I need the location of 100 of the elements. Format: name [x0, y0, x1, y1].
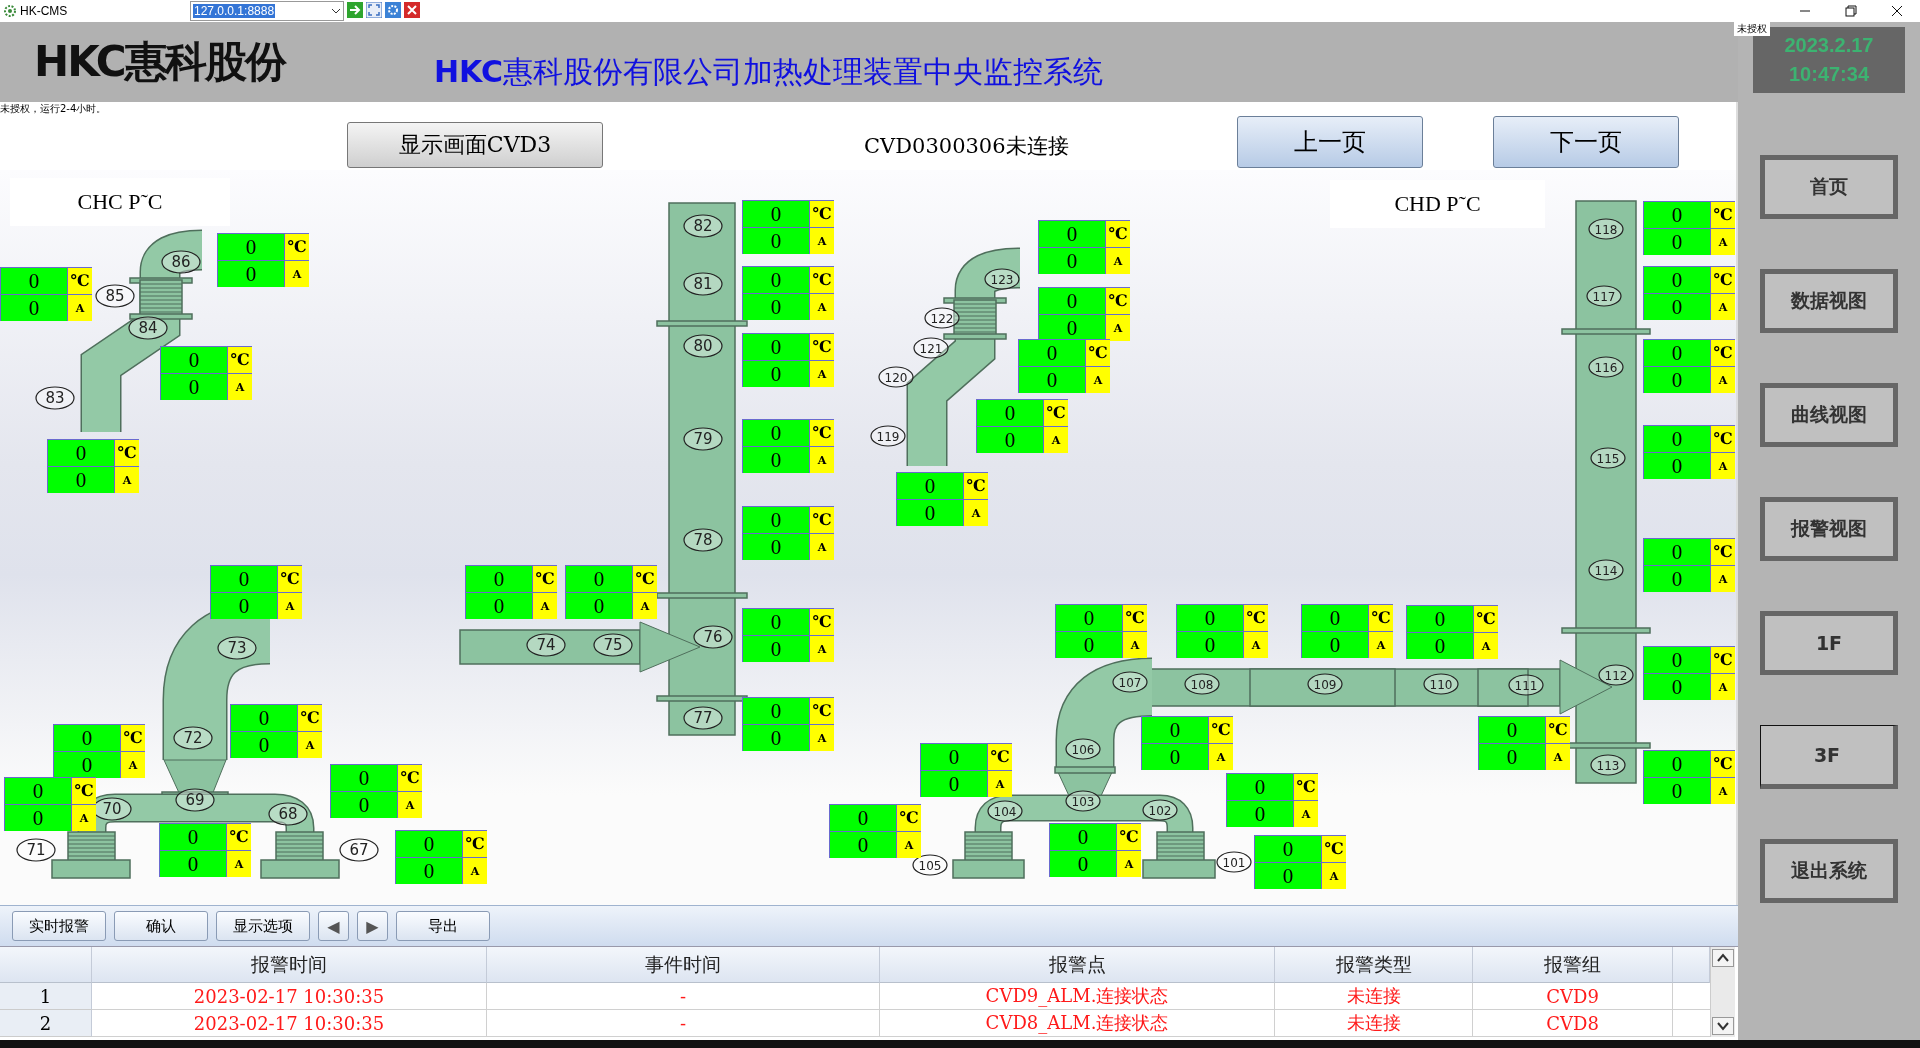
- nav-button[interactable]: 报警视图: [1760, 497, 1898, 561]
- unit-label: A: [1244, 632, 1268, 658]
- unit-label: A: [533, 593, 557, 619]
- unit-label: A: [1209, 744, 1233, 770]
- temperature-value: 0: [743, 334, 809, 360]
- close-icon[interactable]: [404, 2, 420, 18]
- unit-label: ℃: [1322, 836, 1346, 862]
- segment-label: 114: [1588, 559, 1624, 581]
- toolbar-button[interactable]: 导出: [396, 911, 490, 941]
- current-value: 0: [1644, 229, 1710, 255]
- gear-icon[interactable]: [385, 2, 401, 18]
- unit-label: ℃: [1209, 717, 1233, 743]
- nav-button[interactable]: 曲线视图: [1760, 383, 1898, 447]
- time-text: 10:47:34: [1788, 63, 1870, 86]
- toolbar-button[interactable]: 实时报警: [12, 911, 106, 941]
- table-cell: 未连接: [1275, 983, 1473, 1010]
- segment-label: 86: [161, 250, 201, 274]
- unit-label: ℃: [1711, 539, 1735, 565]
- nav-button[interactable]: 首页: [1760, 155, 1898, 219]
- segment-label: 73: [217, 636, 257, 660]
- temperature-value: 0: [743, 420, 809, 446]
- unit-label: A: [1086, 367, 1110, 393]
- segment-label: 83: [35, 386, 75, 410]
- nav-button[interactable]: 3F: [1760, 725, 1898, 789]
- previous-page-button[interactable]: 上一页: [1237, 116, 1423, 168]
- unit-label: ℃: [228, 347, 252, 373]
- caret-icon[interactable]: [331, 7, 341, 15]
- column-header[interactable]: 事件时间: [487, 947, 880, 983]
- unit-label: ℃: [278, 566, 302, 592]
- temperature-value: 0: [566, 566, 632, 592]
- column-header[interactable]: 报警类型: [1275, 947, 1473, 983]
- temperature-value: 0: [1, 268, 67, 294]
- unit-label: A: [1711, 778, 1735, 804]
- unit-label: ℃: [810, 334, 834, 360]
- system-title: HKC惠科股份有限公司加热处理装置中央监控系统: [434, 52, 1104, 91]
- nav-button[interactable]: 退出系统: [1760, 839, 1898, 903]
- temperature-value: 0: [161, 347, 227, 373]
- segment-label: 78: [683, 528, 723, 552]
- next-page-button[interactable]: 下一页: [1493, 116, 1679, 168]
- display-button[interactable]: 显示画面CVD3: [347, 122, 603, 168]
- current-value: 0: [743, 534, 809, 560]
- license-notice: 未授权: [1734, 22, 1770, 36]
- unit-label: ℃: [68, 268, 92, 294]
- temperature-value: 0: [1227, 774, 1293, 800]
- current-value: 0: [897, 500, 963, 526]
- current-value: 0: [1644, 453, 1710, 479]
- unit-label: ℃: [121, 725, 145, 751]
- row-number: 2: [0, 1010, 92, 1037]
- nav-button[interactable]: 1F: [1760, 611, 1898, 675]
- nav-button[interactable]: 数据视图: [1760, 269, 1898, 333]
- segment-label: 117: [1586, 285, 1622, 307]
- unit-label: A: [810, 725, 834, 751]
- unit-label: A: [285, 261, 309, 287]
- temperature-value: 0: [1177, 605, 1243, 631]
- temperature-value: 0: [1039, 221, 1105, 247]
- unit-label: A: [964, 500, 988, 526]
- current-value: 0: [1, 295, 67, 321]
- segment-label: 104: [987, 800, 1023, 822]
- unit-label: ℃: [1474, 606, 1498, 632]
- unit-label: A: [1711, 229, 1735, 255]
- arrow-icon[interactable]: [347, 2, 363, 18]
- segment-label: 103: [1065, 790, 1101, 812]
- arrow-button[interactable]: ▶: [357, 911, 388, 941]
- arrow-button[interactable]: ◀: [318, 911, 349, 941]
- current-value: 0: [231, 732, 297, 758]
- segment-label: 81: [683, 272, 723, 296]
- current-value: 0: [1039, 315, 1105, 341]
- temperature-value: 0: [1644, 539, 1710, 565]
- current-value: 0: [1142, 744, 1208, 770]
- toolbar-button[interactable]: 确认: [114, 911, 208, 941]
- current-value: 0: [54, 752, 120, 778]
- fullscreen-icon[interactable]: [366, 2, 382, 18]
- unit-label: ℃: [1546, 717, 1570, 743]
- unit-label: A: [810, 361, 834, 387]
- unit-label: A: [1711, 453, 1735, 479]
- unit-label: ℃: [810, 609, 834, 635]
- unit-label: ℃: [72, 778, 96, 804]
- unit-label: A: [1117, 851, 1141, 877]
- unit-label: ℃: [810, 267, 834, 293]
- table-cell: -: [487, 983, 880, 1010]
- column-header[interactable]: 报警点: [880, 947, 1275, 983]
- unit-label: A: [1123, 632, 1147, 658]
- segment-label: 74: [526, 633, 566, 657]
- temperature-value: 0: [48, 440, 114, 466]
- scroll-up-icon[interactable]: [1712, 949, 1734, 967]
- scrollbar[interactable]: [1710, 947, 1735, 1037]
- segment-label: 112: [1598, 664, 1634, 686]
- current-value: 0: [1644, 566, 1710, 592]
- column-header[interactable]: 报警时间: [92, 947, 487, 983]
- unit-label: ℃: [1117, 824, 1141, 850]
- unit-label: ℃: [1711, 426, 1735, 452]
- toolbar-button[interactable]: 显示选项: [216, 911, 310, 941]
- scroll-down-icon[interactable]: [1712, 1017, 1734, 1035]
- unit-label: ℃: [1086, 340, 1110, 366]
- temperature-value: 0: [1644, 647, 1710, 673]
- address-field[interactable]: 127.0.0.1:8888: [190, 1, 344, 21]
- unit-label: A: [463, 858, 487, 884]
- temperature-value: 0: [743, 507, 809, 533]
- column-header[interactable]: 报警组: [1473, 947, 1673, 983]
- unit-label: A: [398, 792, 422, 818]
